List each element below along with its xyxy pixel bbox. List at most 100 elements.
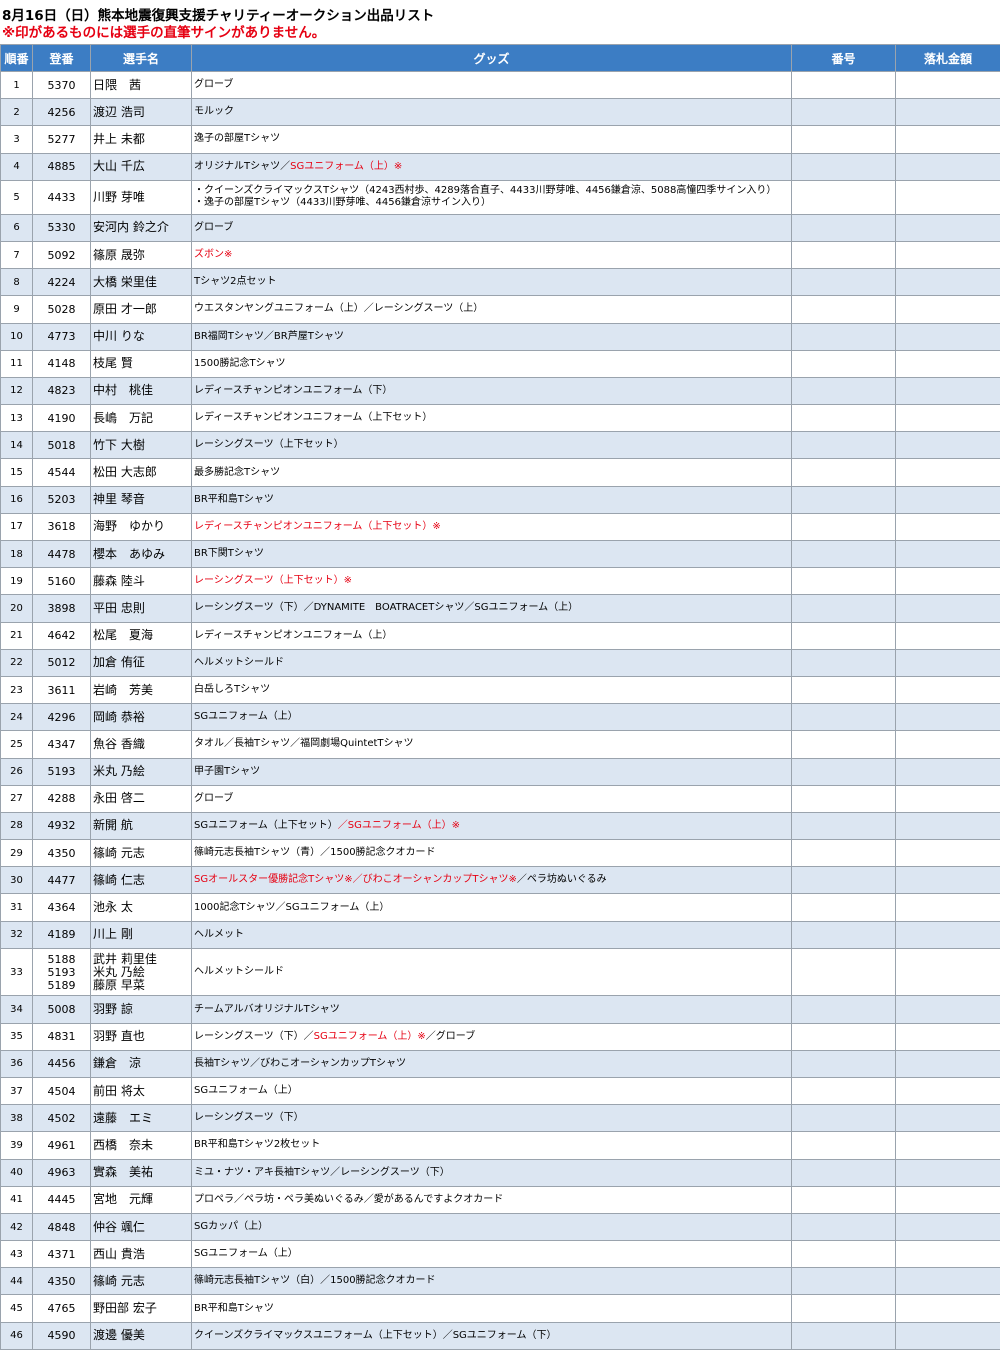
goods-item: グローブ bbox=[194, 792, 234, 804]
racer-name: 篠崎 元志 bbox=[93, 845, 145, 860]
table-row: 46 4590 渡邊 優美 クイーンズクライマックスユニフォーム（上下セット）／SGユ… bbox=[0, 1321, 1000, 1350]
cell-goods: クイーンズクライマックスユニフォーム（上下セット）／SGユニフォーム（下） bbox=[191, 1321, 792, 1350]
cell-goods: レディースチャンピオンユニフォーム（上） bbox=[191, 621, 792, 650]
reg-number: 3611 bbox=[47, 683, 76, 697]
cell-racer-name: 川野 芽唯 bbox=[90, 179, 192, 215]
table-row: 30 4477 篠崎 仁志 SGオールスター優勝記念Tシャツ※／びわこオーシャンカップ… bbox=[0, 866, 1000, 895]
cell-reg: 4765 bbox=[32, 1294, 91, 1323]
cell-racer-name: 羽野 諒 bbox=[90, 995, 192, 1024]
goods-item: SGユニフォーム（上下セット） bbox=[194, 819, 338, 831]
cell-reg: 4456 bbox=[32, 1049, 91, 1078]
cell-racer-name: 渡邊 優美 bbox=[90, 1321, 192, 1350]
goods-item: ・クイーンズクライマックスTシャツ（4243西村歩、4289落合直子、4433川… bbox=[194, 185, 777, 197]
cell-goods: 逸子の部屋Tシャツ bbox=[191, 125, 792, 154]
cell-goods: ヘルメットシールド bbox=[191, 947, 792, 997]
col-header-name: 選手名 bbox=[90, 44, 192, 72]
reg-number: 5330 bbox=[47, 221, 76, 235]
cell-number bbox=[791, 98, 896, 127]
goods-item: ・逸子の部屋Tシャツ（4433川野芽唯、4456鎌倉涼サイン入り） bbox=[194, 197, 492, 209]
cell-price bbox=[895, 152, 1000, 181]
cell-reg: 4885 bbox=[32, 152, 91, 181]
cell-order: 15 bbox=[0, 458, 33, 487]
goods-item: ヘルメット bbox=[194, 928, 244, 940]
cell-number bbox=[791, 376, 896, 406]
table-row: 32 4189 川上 剛 ヘルメット bbox=[0, 920, 1000, 949]
cell-racer-name: 武井 莉里佳 米丸 乃絵 藤原 早菜 bbox=[90, 947, 192, 997]
cell-order: 9 bbox=[0, 295, 33, 324]
racer-name: 永田 啓二 bbox=[93, 791, 145, 806]
racer-name: 岩崎 芳美 bbox=[93, 682, 154, 697]
cell-price bbox=[895, 703, 1000, 732]
goods-item-unsigned: ／SGユニフォーム（上）※ bbox=[337, 819, 460, 831]
cell-goods: レーシングスーツ（上下セット）※ bbox=[191, 567, 792, 596]
cell-number bbox=[791, 295, 896, 324]
cell-goods: SGユニフォーム（上） bbox=[191, 703, 792, 732]
table-row: 24 4296 岡崎 恭裕 SGユニフォーム（上） bbox=[0, 703, 1000, 732]
cell-order: 25 bbox=[0, 730, 33, 759]
goods-item: ヘルメットシールド bbox=[194, 656, 284, 668]
cell-price bbox=[895, 1131, 1000, 1160]
reg-number: 4961 bbox=[47, 1138, 76, 1152]
cell-number bbox=[791, 1049, 896, 1078]
cell-goods: BR平和島Tシャツ bbox=[191, 1294, 792, 1323]
cell-racer-name: 藤森 陸斗 bbox=[90, 567, 192, 596]
racer-name: 日隈 茜 bbox=[93, 77, 142, 92]
goods-line: 甲子園Tシャツ bbox=[194, 766, 791, 778]
cell-goods: SGユニフォーム（上） bbox=[191, 1240, 792, 1269]
cell-racer-name: 米丸 乃絵 bbox=[90, 757, 192, 786]
racer-name: 大山 千広 bbox=[93, 159, 145, 174]
goods-item: ウエスタンヤングユニフォーム（上）／レーシングスーツ（上） bbox=[194, 303, 484, 315]
cell-number bbox=[791, 1240, 896, 1269]
cell-racer-name: 篠崎 元志 bbox=[90, 1267, 192, 1296]
cell-number bbox=[791, 947, 896, 997]
goods-line: Tシャツ2点セット bbox=[194, 276, 791, 288]
cell-price bbox=[895, 1158, 1000, 1187]
cell-racer-name: 川上 剛 bbox=[90, 920, 192, 949]
cell-racer-name: 魚谷 香織 bbox=[90, 730, 192, 759]
cell-goods: オリジナルTシャツ／SGユニフォーム（上）※ bbox=[191, 152, 792, 181]
table-row: 11 4148 枝尾 賢 1500勝記念Tシャツ bbox=[0, 349, 1000, 378]
cell-order: 29 bbox=[0, 839, 33, 868]
cell-order: 41 bbox=[0, 1185, 33, 1214]
table-row: 15 4544 松田 大志郎 最多勝記念Tシャツ bbox=[0, 458, 1000, 487]
goods-item: レーシングスーツ（下）／ bbox=[194, 1030, 314, 1042]
cell-goods: モルック bbox=[191, 98, 792, 127]
cell-reg: 4445 bbox=[32, 1185, 91, 1214]
table-row: 33 5188 5193 5189 武井 莉里佳 米丸 乃絵 藤原 早菜 ヘルメットシールド bbox=[0, 947, 1000, 997]
cell-racer-name: 原田 才一郎 bbox=[90, 295, 192, 324]
cell-racer-name: 長嶋 万記 bbox=[90, 404, 192, 433]
cell-order: 4 bbox=[0, 152, 33, 181]
cell-goods: BR平和島Tシャツ2枚セット bbox=[191, 1131, 792, 1160]
cell-reg: 5330 bbox=[32, 213, 91, 242]
racer-name: 川上 剛 bbox=[93, 927, 133, 942]
reg-number: 5092 bbox=[47, 248, 76, 262]
reg-number: 4296 bbox=[47, 710, 76, 724]
reg-number: 4190 bbox=[47, 411, 76, 425]
goods-item: タオル／長袖Tシャツ／福岡劇場QuintetTシャツ bbox=[194, 738, 414, 750]
table-row: 10 4773 中川 りな BR福岡Tシャツ／BR芦屋Tシャツ bbox=[0, 322, 1000, 351]
table-row: 39 4961 西橋 奈未 BR平和島Tシャツ2枚セット bbox=[0, 1131, 1000, 1160]
cell-racer-name: 池永 太 bbox=[90, 893, 192, 922]
cell-number bbox=[791, 322, 896, 351]
cell-goods: レーシングスーツ（上下セット） bbox=[191, 431, 792, 460]
cell-racer-name: 日隈 茜 bbox=[90, 70, 192, 100]
cell-racer-name: 渡辺 浩司 bbox=[90, 98, 192, 127]
goods-line: ヘルメットシールド bbox=[194, 657, 791, 669]
table-row: 29 4350 篠崎 元志 篠崎元志長袖Tシャツ（青）／1500勝記念クオカード bbox=[0, 839, 1000, 868]
cell-order: 42 bbox=[0, 1212, 33, 1242]
cell-reg: 4823 bbox=[32, 376, 91, 406]
table-row: 26 5193 米丸 乃絵 甲子園Tシャツ bbox=[0, 757, 1000, 786]
table-row: 1 5370 日隈 茜 グローブ bbox=[0, 70, 1000, 100]
goods-item: 1000記念Tシャツ／SGユニフォーム（上） bbox=[194, 901, 390, 913]
goods-line: 逸子の部屋Tシャツ bbox=[194, 133, 791, 145]
cell-racer-name: 大橋 栄里佳 bbox=[90, 268, 192, 297]
table-row: 13 4190 長嶋 万記 レディースチャンピオンユニフォーム（上下セット） bbox=[0, 404, 1000, 433]
racer-name: 米丸 乃絵 bbox=[93, 764, 145, 779]
goods-item: レーシングスーツ（下）／DYNAMITE BOATRACETシャツ／SGユニフォ… bbox=[194, 602, 579, 614]
goods-line: 篠崎元志長袖Tシャツ（青）／1500勝記念クオカード bbox=[194, 847, 791, 859]
racer-name: 遠藤 エミ bbox=[93, 1110, 154, 1125]
cell-goods: レディースチャンピオンユニフォーム（上下セット） bbox=[191, 404, 792, 433]
cell-order: 45 bbox=[0, 1294, 33, 1323]
goods-item: 篠崎元志長袖Tシャツ（白）／1500勝記念クオカード bbox=[194, 1275, 436, 1287]
cell-price bbox=[895, 431, 1000, 460]
